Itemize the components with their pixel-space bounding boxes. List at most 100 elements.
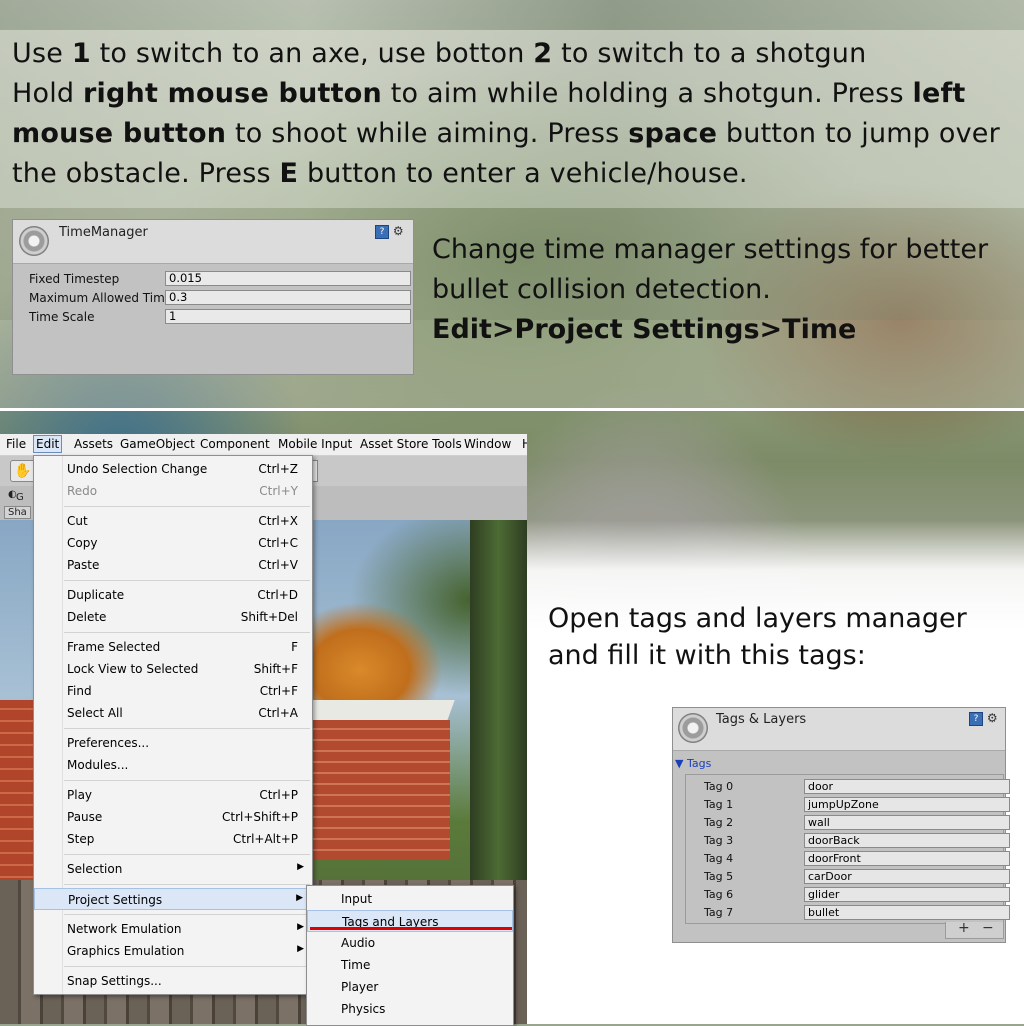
tag-value-field[interactable]: door [804,779,1010,794]
fixed-timestep-label: Fixed Timestep [29,272,120,286]
instruction-line-4: the obstacle. Press E button to enter a … [12,158,748,189]
tag-value-field[interactable]: wall [804,815,1010,830]
menu-mobile-input[interactable]: Mobile Input [278,437,352,451]
tag-row: Tag 2 wall [686,814,1010,832]
menu-item-play[interactable]: Play Ctrl+P [34,784,312,806]
menu-item-graphics-emulation[interactable]: Graphics Emulation ▶ [34,940,312,962]
scene-brick-wall [300,720,450,860]
tags-note: Open tags and layers manager and fill it… [548,600,967,674]
menu-separator [64,914,310,915]
menu-separator [64,780,310,781]
menu-item-network-emulation[interactable]: Network Emulation ▶ [34,918,312,940]
header-icons: ? ⚙ [969,711,998,726]
submenu-arrow-icon: ▶ [296,893,303,903]
section-divider [0,408,1024,411]
submenu-arrow-icon: ▶ [297,922,304,932]
tag-row: Tag 1 jumpUpZone [686,796,1010,814]
tags-layers-title: Tags & Layers [716,712,807,727]
menu-item-select-all[interactable]: Select All Ctrl+A [34,702,312,724]
highlight-underline [310,927,512,930]
edit-menu: Undo Selection Change Ctrl+Z Redo Ctrl+Y C… [33,455,313,995]
tag-row: Tag 7 bullet [686,904,1010,922]
tag-value-field[interactable]: carDoor [804,869,1010,884]
menu-item-undo[interactable]: Undo Selection Change Ctrl+Z [34,458,312,480]
menu-separator [64,854,310,855]
tags-list: Tag 0 door Tag 1 jumpUpZone Tag 2 wall Tag … [685,774,1010,924]
menu-item-paste[interactable]: Paste Ctrl+V [34,554,312,576]
menu-item-project-settings[interactable]: Project Settings ▶ [34,888,312,910]
tag-value-field[interactable]: bullet [804,905,1010,920]
menu-item-duplicate[interactable]: Duplicate Ctrl+D [34,584,312,606]
menu-item-redo[interactable]: Redo Ctrl+Y [34,480,312,502]
header-icons: ? ⚙ [375,224,404,239]
menu-separator [64,966,310,967]
menu-separator [64,506,310,507]
menu-item-cut[interactable]: Cut Ctrl+X [34,510,312,532]
tag-value-field[interactable]: doorFront [804,851,1010,866]
menu-item-modules[interactable]: Modules... [34,754,312,776]
menu-assets[interactable]: Assets [74,437,113,451]
menu-edit[interactable]: Edit [33,435,63,453]
menu-item-delete[interactable]: Delete Shift+Del [34,606,312,628]
tag-row: Tag 5 carDoor [686,868,1010,886]
menu-item-copy[interactable]: Copy Ctrl+C [34,532,312,554]
submenu-item-input[interactable]: Input [307,888,513,910]
menu-item-selection[interactable]: Selection ▶ [34,858,312,880]
instruction-line-1: Use 1 to switch to an axe, use botton 2 … [12,38,867,69]
time-note-line-1: Change time manager settings for better [432,234,989,265]
menu-asset-store-tools[interactable]: Asset Store Tools [360,437,462,451]
instruction-line-3: mouse button to shoot while aiming. Pres… [12,118,1000,149]
help-book-icon[interactable]: ? [375,224,389,239]
menu-item-step[interactable]: Step Ctrl+Alt+P [34,828,312,850]
menu-help[interactable]: H [522,437,527,451]
project-settings-submenu: Input Tags and Layers Audio Time Player … [306,885,514,1026]
menu-separator [64,580,310,581]
menu-item-pause[interactable]: Pause Ctrl+Shift+P [34,806,312,828]
max-allowed-timestep-field[interactable]: 0.3 [165,290,411,305]
tags-foldout[interactable]: ▼ Tags [675,757,711,770]
menu-separator [64,884,310,885]
menu-item-lock-view[interactable]: Lock View to Selected Shift+F [34,658,312,680]
submenu-item-player[interactable]: Player [307,976,513,998]
tags-note-line-2: and fill it with this tags: [548,640,866,671]
tag-row: Tag 4 doorFront [686,850,1010,868]
menu-item-snap-settings[interactable]: Snap Settings... [34,970,312,992]
menu-file[interactable]: File [6,437,26,451]
shaded-tab[interactable]: Sha [4,506,31,519]
remove-tag-button[interactable]: − [982,920,994,936]
menu-component[interactable]: Component [200,437,270,451]
menu-separator [64,632,310,633]
submenu-item-time[interactable]: Time [307,954,513,976]
time-note-path: Edit>Project Settings>Time [432,314,857,345]
max-allowed-timestep-label: Maximum Allowed Tim [29,291,165,305]
fixed-timestep-field[interactable]: 0.015 [165,271,411,286]
gear-icon [678,713,708,743]
instruction-line-2: Hold right mouse button to aim while hol… [12,78,966,109]
add-tag-button[interactable]: + [958,920,970,936]
time-manager-row: Maximum Allowed Tim 0.3 [13,289,413,307]
time-manager-panel: TimeManager ? ⚙ Fixed Timestep 0.015 Max… [12,219,414,375]
help-book-icon[interactable]: ? [969,711,983,726]
menu-item-find[interactable]: Find Ctrl+F [34,680,312,702]
tag-row: Tag 6 glider [686,886,1010,904]
controls-instructions: Use 1 to switch to an axe, use botton 2 … [0,30,1024,208]
submenu-item-audio[interactable]: Audio [307,932,513,954]
menu-gameobject[interactable]: GameObject [120,437,195,451]
settings-gear-icon[interactable]: ⚙ [393,224,404,238]
tag-value-field[interactable]: glider [804,887,1010,902]
tag-value-field[interactable]: jumpUpZone [804,797,1010,812]
tag-value-field[interactable]: doorBack [804,833,1010,848]
submenu-arrow-icon: ▶ [297,862,304,872]
settings-gear-icon[interactable]: ⚙ [987,711,998,725]
time-manager-note: Change time manager settings for better … [432,230,988,350]
time-manager-row: Time Scale 1 [13,308,413,326]
menu-item-frame-selected[interactable]: Frame Selected F [34,636,312,658]
submenu-item-physics[interactable]: Physics [307,998,513,1020]
time-note-line-2: bullet collision detection. [432,274,771,305]
gizmo-label: ◐ G [8,489,24,503]
tag-row: Tag 0 door [686,778,1010,796]
time-scale-field[interactable]: 1 [165,309,411,324]
tag-row: Tag 3 doorBack [686,832,1010,850]
menu-item-preferences[interactable]: Preferences... [34,732,312,754]
menu-window[interactable]: Window [464,437,511,451]
